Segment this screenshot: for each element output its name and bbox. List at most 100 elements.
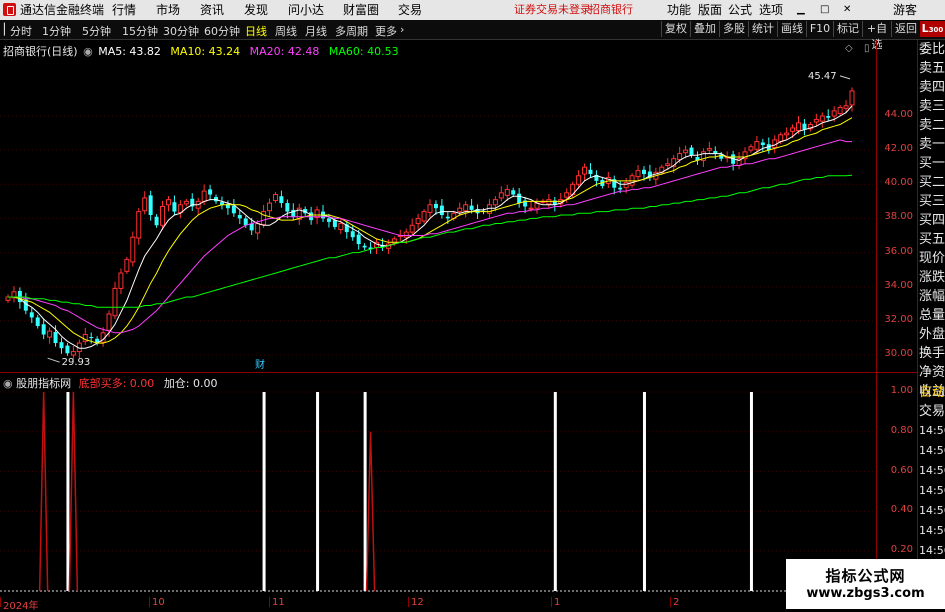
candle-body bbox=[498, 192, 504, 199]
candlestick-chart[interactable]: 45.47 29.93 财 bbox=[0, 40, 915, 372]
menu-banmian[interactable]: 版面 bbox=[698, 3, 722, 17]
signal-spike bbox=[68, 391, 79, 592]
date-tick-mark bbox=[149, 597, 150, 607]
candle-body bbox=[267, 202, 273, 212]
candle-body bbox=[576, 175, 582, 185]
quote-field-label: 涨跌 bbox=[919, 270, 945, 285]
signal-bar bbox=[316, 392, 320, 591]
quote-field-label: 总量 bbox=[919, 308, 945, 323]
menu-zixun[interactable]: 资讯 bbox=[200, 3, 224, 17]
date-tick-label: 10 bbox=[152, 597, 165, 608]
diamond-icon[interactable]: ◇ bbox=[845, 43, 853, 54]
menu-hangqing[interactable]: 行情 bbox=[112, 3, 136, 17]
candle-body bbox=[831, 110, 837, 117]
login-status[interactable]: 证券交易未登录 bbox=[514, 3, 591, 17]
candle-body bbox=[439, 205, 444, 216]
candle-body bbox=[403, 231, 409, 238]
signal-bar bbox=[642, 392, 646, 591]
app-logo-icon bbox=[3, 3, 16, 16]
indicator-chart[interactable] bbox=[0, 373, 877, 595]
menu-shichang[interactable]: 市场 bbox=[156, 3, 180, 17]
menu-gongshi[interactable]: 公式 bbox=[728, 3, 752, 17]
signal-bar bbox=[262, 392, 266, 591]
period-monthly[interactable]: 月线 bbox=[305, 23, 327, 39]
candle-body bbox=[231, 205, 236, 214]
more-chevron-icon[interactable]: › bbox=[400, 23, 404, 36]
menu-caifuquan[interactable]: 财富圈 bbox=[343, 3, 379, 17]
low-price-pointer bbox=[47, 357, 60, 363]
ma-line-ma5 bbox=[8, 105, 853, 349]
quote-field-label: 外盘 bbox=[919, 327, 945, 342]
period-multi[interactable]: 多周期 bbox=[335, 23, 368, 39]
signal-bar bbox=[553, 392, 557, 591]
candle-body bbox=[564, 192, 570, 198]
add-favorite-button[interactable]: +自选 bbox=[862, 21, 891, 51]
close-icon[interactable]: ✕ bbox=[843, 3, 851, 17]
quote-field-label: 现价 bbox=[919, 251, 945, 266]
candle-body bbox=[517, 193, 522, 204]
menu-gongneng[interactable]: 功能 bbox=[667, 3, 691, 17]
candle-body bbox=[237, 215, 242, 219]
duogu-button[interactable]: 多股 bbox=[719, 21, 748, 37]
candle-body bbox=[106, 313, 112, 331]
guest-label[interactable]: 游客 bbox=[893, 3, 917, 17]
period-weekly[interactable]: 周线 bbox=[275, 23, 297, 39]
menu-faxian[interactable]: 发现 bbox=[244, 3, 268, 17]
high-price-label: 45.47 bbox=[808, 71, 837, 82]
candle-body bbox=[53, 331, 58, 344]
period-1min[interactable]: 1分钟 bbox=[42, 23, 71, 39]
candle-body bbox=[813, 118, 819, 123]
candle-body bbox=[511, 190, 516, 195]
candle-body bbox=[356, 234, 361, 245]
indicator-tick-label: 1.00 bbox=[890, 385, 913, 396]
period-30min[interactable]: 30分钟 bbox=[163, 23, 199, 39]
candle-body bbox=[261, 211, 267, 225]
trade-mode-label[interactable]: 自动 bbox=[919, 383, 945, 402]
indicator-toggle-icon[interactable]: ◉ bbox=[3, 377, 13, 390]
biaoji-button[interactable]: 标记 bbox=[833, 21, 862, 37]
period-5min[interactable]: 5分钟 bbox=[82, 23, 111, 39]
menu-jiaoyi[interactable]: 交易 bbox=[398, 3, 422, 17]
period-more[interactable]: 更多 bbox=[375, 23, 397, 39]
candle-body bbox=[112, 287, 118, 317]
price-tick-label: 38.00 bbox=[884, 211, 913, 223]
tongji-button[interactable]: 统计 bbox=[748, 21, 777, 37]
watermark-url: www.zbgs3.com bbox=[806, 586, 925, 601]
menu-xuanxiang[interactable]: 选项 bbox=[759, 3, 783, 17]
trade-time: 14:56 bbox=[919, 544, 945, 557]
minimize-icon[interactable]: ▁ bbox=[797, 3, 805, 17]
candle-body bbox=[665, 163, 671, 167]
period-daily[interactable]: 日线 bbox=[245, 23, 267, 39]
candle-body bbox=[528, 207, 534, 210]
back-button[interactable]: 返回 bbox=[891, 21, 920, 37]
signal-bar bbox=[363, 392, 367, 591]
trade-mode-label[interactable]: 交易 bbox=[919, 402, 945, 421]
candle-body bbox=[332, 220, 337, 227]
f10-button[interactable]: F10 bbox=[806, 21, 833, 37]
candle-body bbox=[285, 203, 290, 212]
stock-link[interactable]: 招商银行 bbox=[589, 3, 633, 17]
diejia-button[interactable]: 叠加 bbox=[690, 21, 719, 37]
period-fenshi[interactable]: 分时 bbox=[10, 23, 32, 39]
date-tick-mark bbox=[670, 597, 671, 607]
stock-name-label: 招商银行(日线) bbox=[3, 45, 78, 58]
candle-body bbox=[362, 245, 367, 248]
quote-field-label: 卖五 bbox=[919, 61, 945, 76]
quote-field-label: 买三 bbox=[919, 194, 945, 209]
app-title: 通达信金融终端 bbox=[20, 3, 105, 17]
candle-body bbox=[255, 223, 261, 234]
period-60min[interactable]: 60分钟 bbox=[204, 23, 240, 39]
huaxian-button[interactable]: 画线 bbox=[777, 21, 806, 37]
price-tick-label: 36.00 bbox=[884, 245, 913, 257]
menu-wenxiaoda[interactable]: 问小达 bbox=[288, 3, 324, 17]
period-15min[interactable]: 15分钟 bbox=[122, 23, 158, 39]
legend-toggle-icon[interactable]: ◉ bbox=[83, 45, 93, 58]
date-tick-mark bbox=[269, 597, 270, 607]
candle-body bbox=[492, 199, 498, 206]
ma20-label: MA20: 42.48 bbox=[249, 45, 320, 58]
candle-body bbox=[415, 217, 421, 225]
maximize-icon[interactable]: □ bbox=[820, 3, 829, 17]
candle-body bbox=[778, 134, 784, 143]
fuquan-button[interactable]: 复权 bbox=[661, 21, 690, 37]
panel-close-icon[interactable]: ▯ bbox=[864, 43, 870, 54]
